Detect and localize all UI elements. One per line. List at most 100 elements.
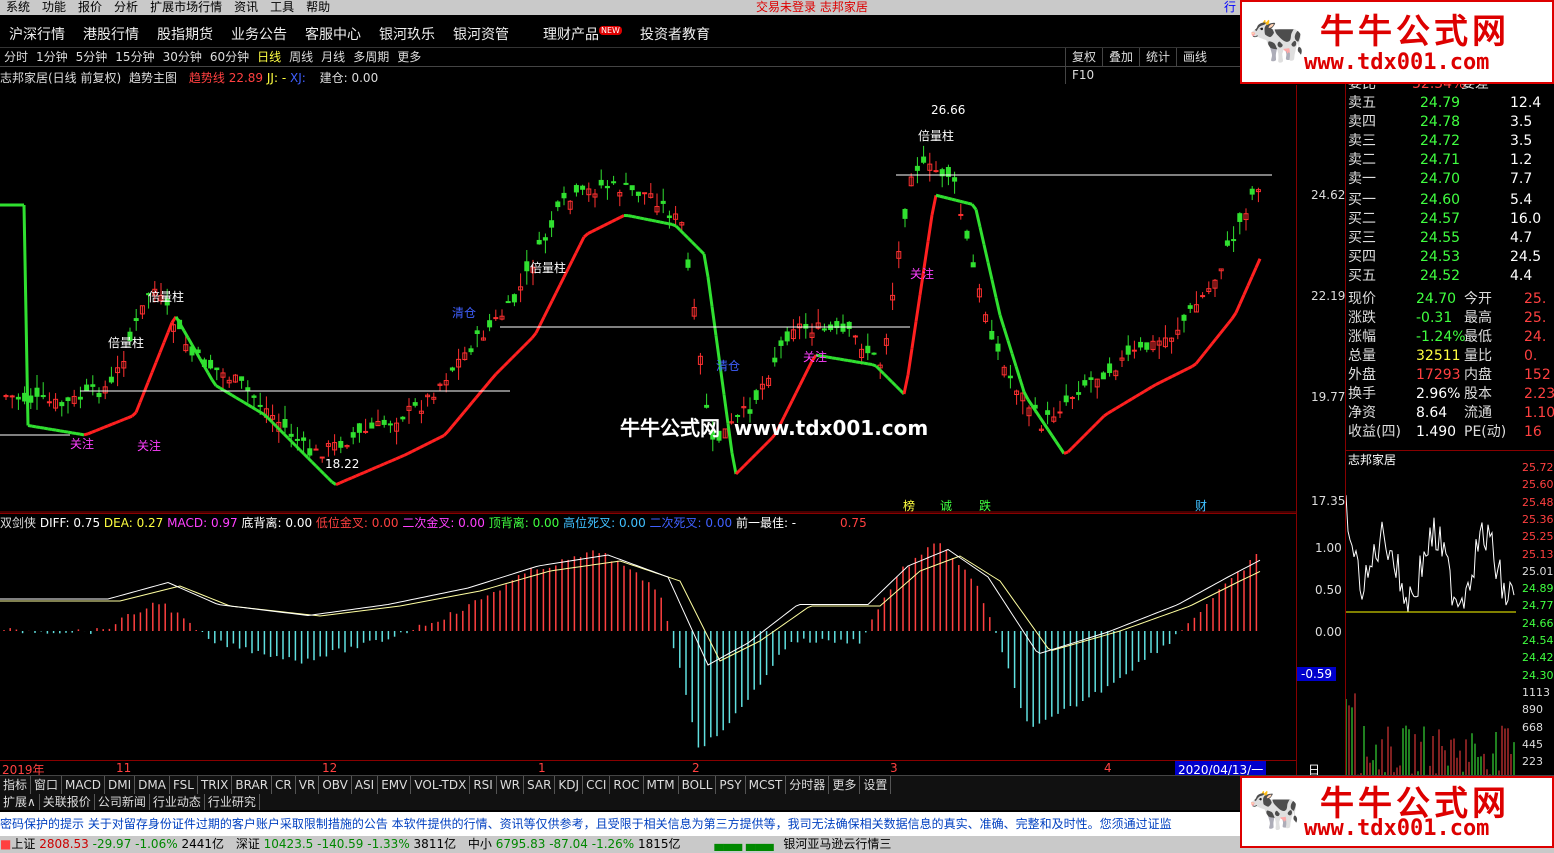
indicator-tab[interactable]: TRIX: [198, 776, 233, 794]
indicator-name[interactable]: 趋势主图: [129, 71, 177, 85]
server-name[interactable]: 银河亚马逊云行情三: [783, 837, 891, 851]
menu-ext-market[interactable]: 扩展市场行情: [144, 0, 228, 15]
btn-diejia[interactable]: 叠加: [1102, 48, 1139, 66]
nav-yhjl[interactable]: 银河玖乐: [370, 19, 444, 51]
ask-row[interactable]: 卖四 24.78 3.5: [1346, 113, 1554, 132]
menu-quote[interactable]: 报价: [72, 0, 108, 15]
ext-tab[interactable]: 公司新闻: [95, 794, 150, 810]
indicator-tab[interactable]: OBV: [319, 776, 352, 794]
period-more[interactable]: 更多: [393, 48, 425, 66]
trend-line-segment: [162, 331, 170, 344]
bid-row[interactable]: 买五 24.52 4.4: [1346, 267, 1554, 286]
indicator-tab[interactable]: 窗口: [31, 776, 63, 794]
menu-system[interactable]: 系统: [0, 0, 36, 15]
nav-notice[interactable]: 业务公告: [222, 19, 296, 51]
bid-row[interactable]: 买四 24.53 24.5: [1346, 248, 1554, 267]
indicator-tab[interactable]: DMA: [135, 776, 170, 794]
trend-line-segment: [502, 360, 510, 368]
period-5m[interactable]: 5分钟: [72, 48, 112, 66]
stat-value: -0.31: [1416, 310, 1453, 326]
trend-line-segment: [1226, 317, 1234, 325]
indicator-tab[interactable]: ROC: [610, 776, 644, 794]
zx-amount: 1815亿: [638, 837, 681, 851]
trend-line-segment: [107, 422, 113, 428]
period-multi[interactable]: 多周期: [349, 48, 393, 66]
nav-hk[interactable]: 港股行情: [74, 19, 148, 51]
bid-price: 24.55: [1420, 230, 1461, 246]
period-1m[interactable]: 1分钟: [32, 48, 72, 66]
indicator-tab[interactable]: VOL-TDX: [411, 776, 471, 794]
period-week[interactable]: 周线: [285, 48, 317, 66]
indicator-tab[interactable]: KDJ: [555, 776, 584, 794]
nav-futures[interactable]: 股指期货: [148, 19, 222, 51]
menu-tools[interactable]: 工具: [264, 0, 300, 15]
period-day[interactable]: 日线: [253, 48, 285, 66]
indicator-tab[interactable]: CR: [272, 776, 296, 794]
menu-function[interactable]: 功能: [36, 0, 72, 15]
nav-wealth[interactable]: 理财产品 NEW: [534, 15, 631, 51]
indicator-tab[interactable]: 更多: [829, 776, 861, 794]
indicator-tab[interactable]: MCST: [746, 776, 787, 794]
bid-row[interactable]: 买三 24.55 4.7: [1346, 229, 1554, 248]
btn-huaxian[interactable]: 画线: [1176, 48, 1213, 66]
ask-row[interactable]: 卖一 24.70 7.7: [1346, 170, 1554, 189]
trend-line-segment: [738, 464, 746, 472]
indicator-tab[interactable]: RSI: [470, 776, 497, 794]
btn-fuquan[interactable]: 复权: [1065, 48, 1102, 66]
ask-row[interactable]: 卖二 24.71 1.2: [1346, 151, 1554, 170]
btn-tongji[interactable]: 统计: [1139, 48, 1176, 66]
indicator-tab[interactable]: MACD: [62, 776, 106, 794]
trend-line-segment: [442, 430, 450, 437]
trend-line-segment: [1147, 385, 1153, 391]
candle-body: [319, 456, 325, 459]
indicator-tab[interactable]: MTM: [644, 776, 679, 794]
bid-row[interactable]: 买二 24.57 16.0: [1346, 210, 1554, 229]
nav-edu[interactable]: 投资者教育: [631, 19, 719, 51]
indicator-tab[interactable]: EMV: [378, 776, 412, 794]
ext-tab[interactable]: 扩展∧: [0, 794, 40, 810]
indicator-tab[interactable]: WR: [497, 776, 525, 794]
mini-axis-tick: 1113: [1522, 685, 1550, 699]
indicator-tab[interactable]: VR: [296, 776, 320, 794]
macd-name[interactable]: 双剑侠: [0, 516, 36, 530]
btn-f10[interactable]: F10: [1065, 66, 1100, 84]
indicator-tab[interactable]: BOLL: [679, 776, 717, 794]
menu-analysis[interactable]: 分析: [108, 0, 144, 15]
candle-body: [933, 170, 939, 173]
stat-label: 最低: [1464, 329, 1492, 345]
trend-line-segment: [470, 396, 478, 404]
indicator-tab[interactable]: SAR: [524, 776, 556, 794]
menu-help[interactable]: 帮助: [300, 0, 336, 15]
right-tab[interactable]: 行: [1218, 0, 1242, 15]
period-60m[interactable]: 60分钟: [206, 48, 253, 66]
indicator-tab[interactable]: CCI: [583, 776, 611, 794]
nav-service[interactable]: 客服中心: [296, 19, 370, 51]
indicator-tab[interactable]: 指标: [0, 776, 32, 794]
menu-info[interactable]: 资讯: [228, 0, 264, 15]
period-15m[interactable]: 15分钟: [111, 48, 158, 66]
nav-yhzg[interactable]: 银河资管: [444, 19, 518, 51]
trend-line-segment: [67, 430, 73, 435]
candle-body: [1045, 410, 1051, 415]
indicator-tab[interactable]: ASI: [352, 776, 379, 794]
ext-tab[interactable]: 行业研究: [205, 794, 260, 810]
trend-line-segment: [1063, 450, 1069, 455]
indicator-tab[interactable]: 分时器: [786, 776, 830, 794]
period-month[interactable]: 月线: [317, 48, 349, 66]
ask-row[interactable]: 卖三 24.72 3.5: [1346, 132, 1554, 151]
indicator-tab[interactable]: 设置: [860, 776, 892, 794]
trend-line-segment: [111, 421, 117, 426]
ext-tab[interactable]: 行业动态: [150, 794, 205, 810]
nav-hs[interactable]: 沪深行情: [0, 19, 74, 51]
ext-tab[interactable]: 关联报价: [40, 794, 95, 810]
period-fs[interactable]: 分时: [0, 48, 32, 66]
indicator-tab[interactable]: FSL: [170, 776, 198, 794]
news-ticker[interactable]: 密码保护的提示 关于对留存身份证件过期的客户账户采取限制措施的公告 本软件提供的…: [0, 812, 1240, 836]
indicator-tab[interactable]: BRAR: [232, 776, 273, 794]
ask-row[interactable]: 卖五 24.79 12.4: [1346, 94, 1554, 113]
indicator-tab[interactable]: PSY: [716, 776, 746, 794]
period-30m[interactable]: 30分钟: [159, 48, 206, 66]
annot-guanzhu: 关注: [70, 437, 95, 451]
bid-row[interactable]: 买一 24.60 5.4: [1346, 191, 1554, 210]
indicator-tab[interactable]: DMI: [105, 776, 136, 794]
